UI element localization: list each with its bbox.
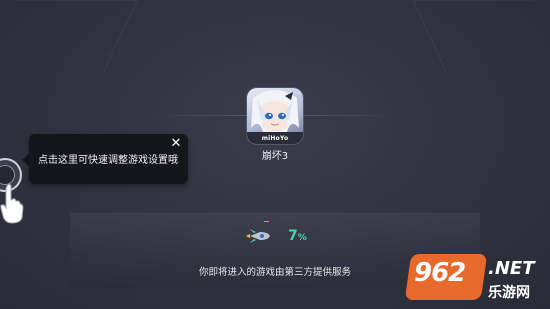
settings-tooltip: 点击这里可快速调整游戏设置哦 ✕ <box>29 134 188 184</box>
third-party-notice: 你即将进入的游戏由第三方提供服务 <box>198 267 351 278</box>
close-icon[interactable]: ✕ <box>169 137 183 151</box>
app-name: 崩坏3 <box>261 151 289 162</box>
progress-percentage: 7% <box>288 228 307 244</box>
hand-pointer-icon <box>0 183 24 224</box>
rocket-icon <box>246 229 270 243</box>
watermark-site: 乐游网 <box>488 285 530 301</box>
progress-indicator <box>264 221 269 222</box>
progress-unit: % <box>297 233 307 243</box>
app-icon-container: miHoYo <box>247 88 303 144</box>
game-character-icon: miHoYo <box>247 88 303 144</box>
top-right-frame <box>412 0 550 71</box>
site-watermark: 962 .NET 乐游网 <box>404 254 546 306</box>
top-left-frame <box>0 0 138 71</box>
watermark-number: 962 <box>414 258 466 288</box>
brand-label: miHoYo <box>261 135 289 142</box>
tooltip-arrow <box>22 154 29 166</box>
progress-value: 7 <box>288 228 298 244</box>
watermark-suffix: .NET <box>488 258 535 279</box>
tooltip-text: 点击这里可快速调整游戏设置哦 <box>38 155 178 166</box>
